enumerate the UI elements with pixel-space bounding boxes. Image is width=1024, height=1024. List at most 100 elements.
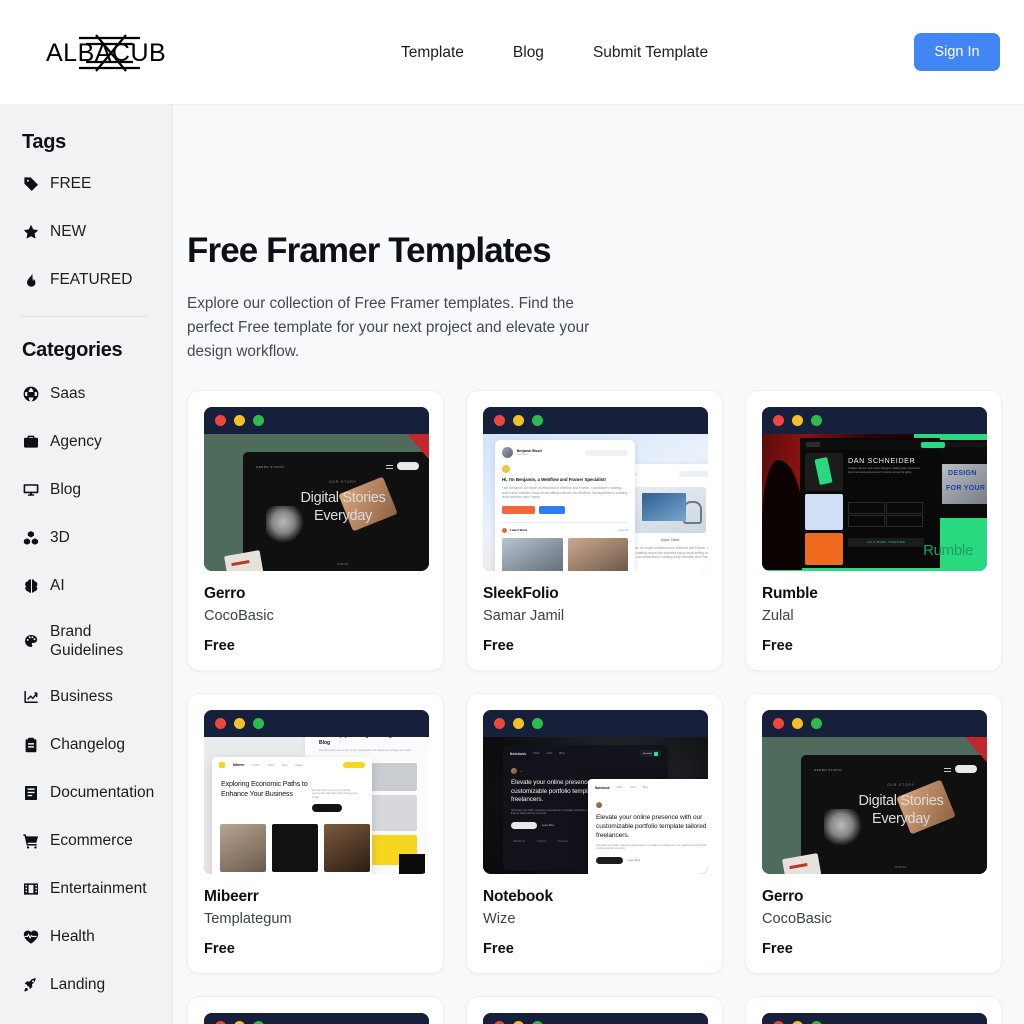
preview-nav-3: Blog bbox=[282, 763, 288, 767]
sidebar-item-ecommerce[interactable]: Ecommerce bbox=[22, 829, 172, 853]
preview-art-sleekfolio: Super Client I am Benjamin, an expert pr… bbox=[483, 434, 708, 571]
window-close-dot bbox=[773, 415, 784, 426]
sidebar-item-ai[interactable]: AI bbox=[22, 574, 172, 598]
browser-titlebar bbox=[483, 710, 708, 737]
nav-item-blog[interactable]: Blog bbox=[513, 44, 544, 62]
book-icon bbox=[22, 784, 39, 801]
preview-primary-button bbox=[511, 821, 537, 829]
browser-titlebar bbox=[762, 407, 987, 434]
preview-nav-2: Links bbox=[546, 752, 553, 755]
preview-section-title: Latest Work bbox=[510, 528, 528, 533]
preview-nav-1: Home bbox=[252, 763, 260, 767]
template-card[interactable] bbox=[466, 996, 723, 1024]
sidebar: Tags FREE NEW FEATURED Categories Saas A… bbox=[0, 105, 173, 1024]
preview-logo: Mibeerr bbox=[233, 763, 245, 767]
template-card[interactable]: DESIGN FOR YOUR DAN SCHNEIDER Creative d… bbox=[745, 390, 1002, 671]
chart-line-icon bbox=[22, 688, 39, 705]
preview-nav-2: About bbox=[267, 763, 275, 767]
sidebar-item-agency[interactable]: Agency bbox=[22, 430, 172, 454]
sidebar-item-new[interactable]: NEW bbox=[22, 220, 172, 244]
preview-section-link: View All bbox=[618, 528, 628, 532]
preview-heading: Digital Stories Everyday bbox=[858, 793, 944, 827]
sidebar-item-label: Health bbox=[50, 928, 95, 946]
sidebar-item-label: FEATURED bbox=[50, 271, 133, 289]
template-card[interactable]: Designing Structured Digital Experiences bbox=[745, 996, 1002, 1024]
preview-secondary-button bbox=[539, 505, 565, 514]
sidebar-item-landing[interactable]: Landing bbox=[22, 973, 172, 997]
browser-titlebar bbox=[204, 1013, 429, 1024]
template-thumbnail: Notebook Work Links Blog Available — Ele bbox=[483, 710, 708, 874]
briefcase-icon bbox=[22, 434, 39, 451]
sidebar-tags-title: Tags bbox=[22, 131, 66, 153]
avatar bbox=[511, 768, 517, 774]
tag-icon bbox=[22, 176, 39, 193]
sidebar-item-saas[interactable]: Saas bbox=[22, 382, 172, 406]
window-maximize-dot bbox=[253, 415, 264, 426]
preview-nav-1: Work bbox=[533, 752, 540, 755]
preview-heading: Hi, I'm Benjamin, a Webflow and Framer S… bbox=[502, 477, 606, 482]
window-close-dot bbox=[773, 718, 784, 729]
sidebar-item-free[interactable]: FREE bbox=[22, 172, 172, 196]
preview-logo: Notebook bbox=[595, 785, 610, 790]
nav-item-submit-template[interactable]: Submit Template bbox=[593, 44, 708, 62]
sidebar-item-entertainment[interactable]: Entertainment bbox=[22, 877, 172, 901]
browser-titlebar bbox=[204, 407, 429, 434]
template-card[interactable]: Level Up Your Design bbox=[187, 996, 444, 1024]
sidebar-item-business[interactable]: Business bbox=[22, 685, 172, 709]
palette-icon bbox=[22, 633, 39, 650]
sidebar-item-3d[interactable]: 3D bbox=[22, 526, 172, 550]
preview-art-gerro: GERRO STUDIO OUR STORY Digital Stories E… bbox=[762, 737, 987, 874]
cart-icon bbox=[22, 832, 39, 849]
logo[interactable]: ALBACUB bbox=[44, 30, 184, 76]
template-card[interactable]: GERRO STUDIO OUR STORY Digital Stories E… bbox=[745, 693, 1002, 974]
sidebar-item-label: NEW bbox=[50, 223, 87, 241]
preview-heading: Exploring Economic Paths to Enhance Your… bbox=[221, 779, 308, 798]
template-author: CocoBasic bbox=[204, 608, 274, 624]
template-name: Mibeerr bbox=[204, 888, 259, 905]
window-close-dot bbox=[215, 415, 226, 426]
browser-titlebar bbox=[483, 407, 708, 434]
preview-body: Creative director and motion designer cr… bbox=[848, 467, 920, 474]
nav-item-template[interactable]: Template bbox=[401, 44, 464, 62]
preview-nav-1: Work bbox=[616, 786, 623, 789]
sidebar-item-blog[interactable]: Blog bbox=[22, 478, 172, 502]
template-card[interactable]: GERRO STUDIO OUR STORY Digital Stories E… bbox=[187, 390, 444, 671]
preview-logo: Notebook bbox=[510, 751, 527, 756]
preview-nav-logo: GERRO STUDIO bbox=[814, 768, 842, 772]
sidebar-item-label: Landing bbox=[50, 976, 106, 994]
window-minimize-dot bbox=[792, 718, 803, 729]
sidebar-item-label: Agency bbox=[50, 433, 102, 451]
preview-nav-3: Blog bbox=[642, 786, 648, 789]
template-thumbnail: Dive Deeply for Insight Through Our Blog… bbox=[204, 710, 429, 874]
page-title: Free Framer Templates bbox=[187, 231, 552, 270]
preview-secondary-button: Learn More bbox=[542, 823, 555, 827]
film-icon bbox=[22, 880, 39, 897]
sidebar-item-health[interactable]: Health bbox=[22, 925, 172, 949]
preview-art-mibeerr: Dive Deeply for Insight Through Our Blog… bbox=[204, 737, 429, 874]
flame-icon bbox=[22, 272, 39, 289]
preview-heading: Digital Stories Everyday bbox=[300, 490, 386, 524]
sign-in-button[interactable]: Sign In bbox=[914, 33, 1000, 71]
sidebar-item-featured[interactable]: FEATURED bbox=[22, 268, 172, 292]
sidebar-categories-title: Categories bbox=[22, 339, 123, 361]
template-thumbnail: GERRO STUDIO OUR STORY Digital Stories E… bbox=[204, 407, 429, 571]
window-minimize-dot bbox=[513, 415, 524, 426]
window-close-dot bbox=[494, 415, 505, 426]
preview-kicker: OUR STORY bbox=[329, 480, 357, 484]
preview-button: LET'S WORK TOGETHER bbox=[848, 538, 924, 547]
template-card[interactable]: Notebook Work Links Blog Available — Ele bbox=[466, 693, 723, 974]
rocket-icon bbox=[22, 976, 39, 993]
template-thumbnail: DESIGN FOR YOUR DAN SCHNEIDER Creative d… bbox=[762, 407, 987, 571]
sidebar-item-changelog[interactable]: Changelog bbox=[22, 733, 172, 757]
template-card[interactable]: Dive Deeply for Insight Through Our Blog… bbox=[187, 693, 444, 974]
svg-text:ALBACUB: ALBACUB bbox=[46, 39, 166, 67]
window-minimize-dot bbox=[234, 415, 245, 426]
template-name: Gerro bbox=[762, 888, 804, 905]
template-card[interactable]: Super Client I am Benjamin, an expert pr… bbox=[466, 390, 723, 671]
sidebar-item-label: Documentation bbox=[50, 784, 155, 802]
sidebar-item-documentation[interactable]: Documentation bbox=[22, 781, 172, 805]
window-maximize-dot bbox=[532, 718, 543, 729]
preview-design-line1: DESIGN bbox=[948, 470, 977, 477]
template-name: SleekFolio bbox=[483, 585, 559, 602]
sidebar-item-brand-guidelines[interactable]: Brand Guidelines bbox=[22, 622, 172, 661]
